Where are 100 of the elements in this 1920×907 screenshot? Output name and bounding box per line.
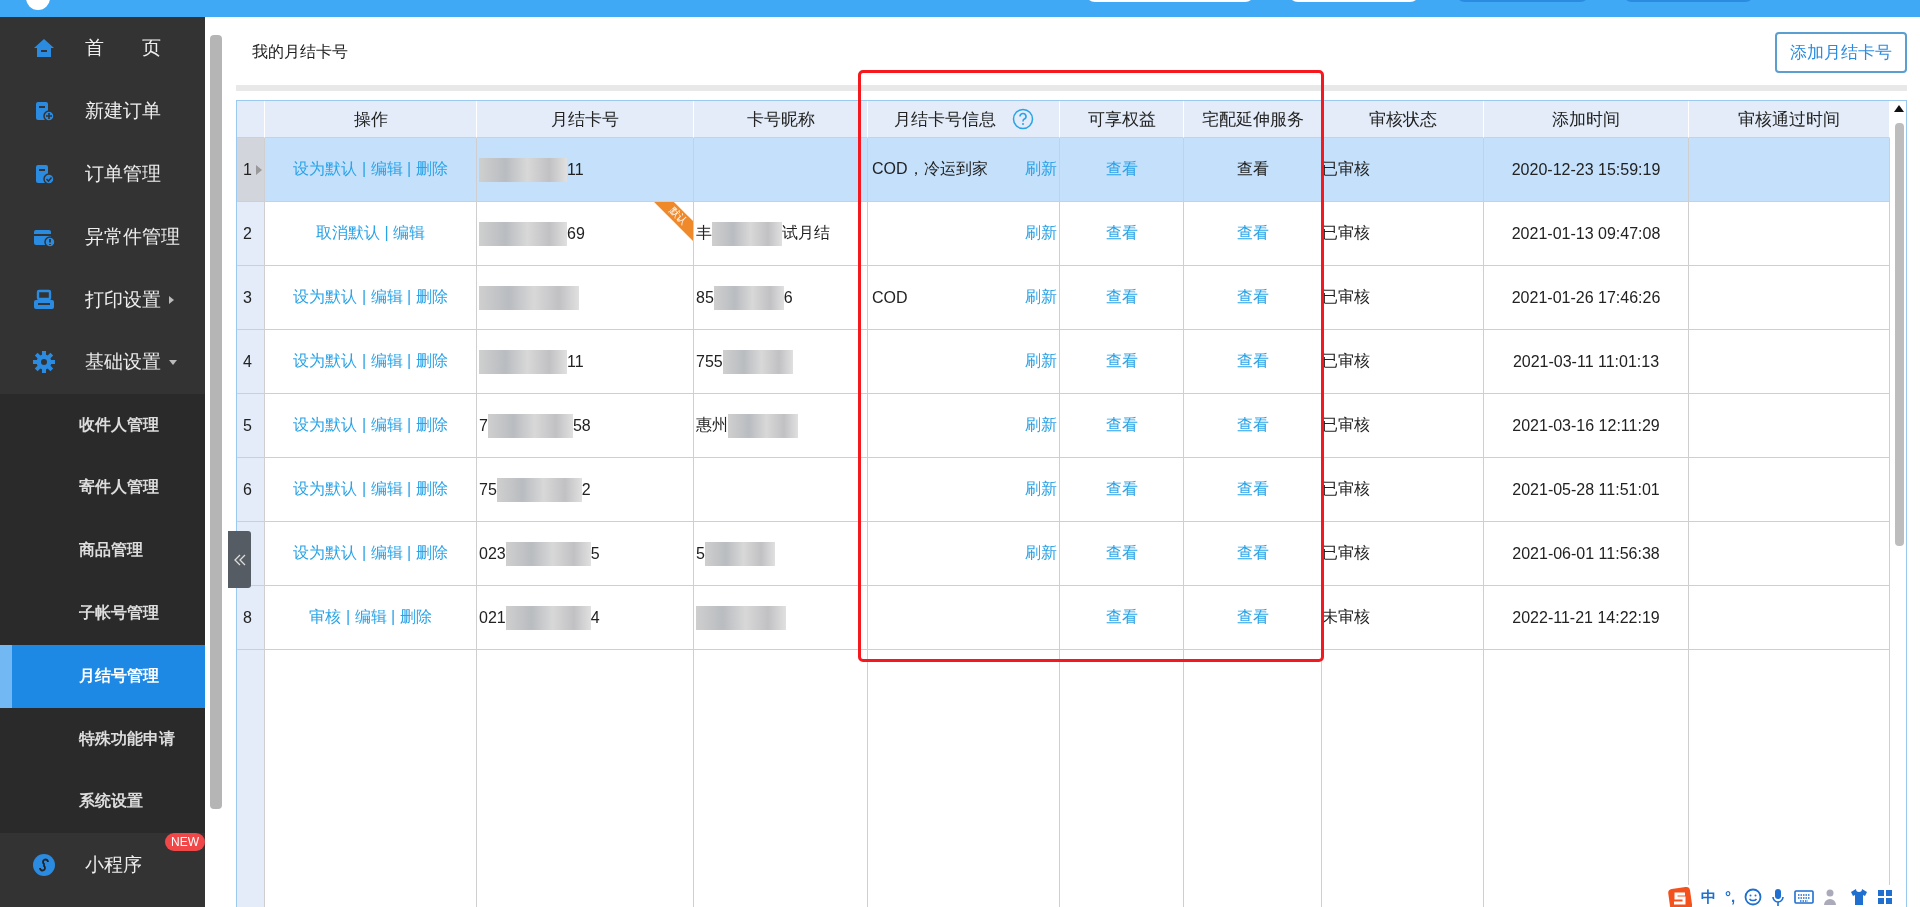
action-links[interactable]: 取消默认 | 编辑 [315,223,425,244]
table-cell-text: 已审核 [1322,223,1370,243]
sidebar-item[interactable]: 打印设置 [0,268,205,331]
punctuation-mode[interactable]: °, [1725,888,1736,906]
input-method-logo-icon[interactable] [1668,886,1692,907]
sidebar-subitem[interactable]: 系统设置 [0,770,205,834]
refresh-link[interactable]: 刷新 [1025,415,1057,436]
sidebar-subitem[interactable]: 特殊功能申请 [0,707,205,771]
view-link[interactable]: 查看 [1236,223,1269,244]
table-cell-text: 未审核 [1322,607,1370,627]
action-links[interactable]: 设为默认 | 编辑 | 删除 [293,351,448,372]
table-cell: 11 [567,160,584,179]
table-cell: 2021-03-16 12:11:29 [1512,416,1660,435]
table-cell: COD [872,288,908,307]
column-header: 可享权益 [1087,108,1156,131]
smiley-icon[interactable] [1744,888,1763,906]
table-cell: 11 [567,352,584,371]
view-link[interactable]: 查看 [1105,351,1138,372]
sidebar-subitem[interactable]: 寄件人管理 [0,456,205,520]
refresh-link[interactable]: 刷新 [1025,223,1057,244]
table-cell: 2021-05-28 11:51:01 [1512,480,1660,499]
help-icon[interactable] [1011,108,1034,130]
row-number: 8 [243,608,252,627]
sidebar-item[interactable]: 首 页 [0,17,205,80]
collapse-handle[interactable] [228,531,251,588]
view-link[interactable]: 查看 [1105,223,1138,244]
new-badge: NEW [165,833,205,852]
table-cell: 7 [479,416,488,435]
refresh-link[interactable]: 刷新 [1025,543,1057,564]
row-number: 2 [243,224,252,243]
view-link[interactable]: 查看 [1236,479,1269,500]
sidebar-subitem[interactable]: 子帐号管理 [0,582,205,645]
column-header: 宅配延伸服务 [1201,108,1304,131]
table-cell-text: 已审核 [1322,415,1370,435]
refresh-link[interactable]: 刷新 [1025,479,1057,500]
refresh-link[interactable]: 刷新 [1025,287,1057,308]
table-cell-text: 已审核 [1322,287,1370,307]
column-header: 月结卡号信息 [893,108,996,131]
view-link[interactable]: 查看 [1236,351,1269,372]
scrollbar[interactable] [210,35,222,809]
sidebar-item[interactable]: 订单管理 [0,142,205,206]
view-link[interactable]: 查看 [1236,543,1269,564]
input-mode[interactable]: 中 [1701,888,1716,906]
view-link[interactable]: 查看 [1236,287,1269,308]
sidebar-item[interactable]: 新建订单 [0,79,205,143]
row-number: 1 [243,160,252,179]
table-cell-text: 已审核 [1322,159,1370,179]
keyboard-icon[interactable] [1794,889,1815,905]
view-link[interactable]: 查看 [1105,607,1138,628]
printer-icon [32,287,56,312]
default-ribbon: 默认 [653,202,693,242]
page-title: 我的月结卡号 [252,41,348,62]
action-links[interactable]: 审核 | 编辑 | 删除 [309,607,432,628]
refresh-link[interactable]: 刷新 [1025,159,1057,180]
action-links[interactable]: 设为默认 | 编辑 | 删除 [293,287,448,308]
redaction-blur [728,413,798,438]
view-link[interactable]: 查看 [1236,415,1269,436]
grid-icon[interactable] [1877,889,1894,905]
table-cell-text: 已审核 [1322,479,1370,499]
table-cell: 2021-01-13 09:47:08 [1511,224,1661,243]
table-cell: 2021-01-26 17:46:26 [1511,288,1661,307]
table-cell: 69 [567,224,585,243]
add-button[interactable]: 添加月结卡号 [1775,31,1907,73]
view-link[interactable]: 查看 [1105,415,1138,436]
shirt-icon[interactable] [1850,888,1869,906]
redaction-blur [712,221,782,246]
scroll-up-icon[interactable] [1894,105,1904,112]
microphone-icon[interactable] [1771,888,1786,906]
row-number: 4 [243,352,252,371]
sidebar-item[interactable]: 异常件管理 [0,205,205,269]
table-cell: 85 [696,288,714,307]
sidebar-item[interactable]: 基础设置 [0,331,205,394]
table-cell: 755 [696,352,723,371]
sidebar-item[interactable]: 小程序 NEW [0,833,205,897]
settings-icon [32,350,56,375]
table-cell: 2021-03-11 11:01:13 [1512,352,1660,371]
column-header: 添加时间 [1552,108,1620,131]
view-link[interactable]: 查看 [1105,479,1138,500]
action-links[interactable]: 设为默认 | 编辑 | 删除 [293,415,448,436]
sidebar-subitem[interactable]: 收件人管理 [0,393,205,457]
action-links[interactable]: 设为默认 | 编辑 | 删除 [293,543,448,564]
view-link[interactable]: 查看 [1105,287,1138,308]
table-cell-text: 已审核 [1322,543,1370,563]
view-link[interactable]: 查看 [1236,159,1269,180]
refresh-link[interactable]: 刷新 [1025,351,1057,372]
view-link[interactable]: 查看 [1105,543,1138,564]
view-link[interactable]: 查看 [1105,159,1138,180]
double-chevron-left-icon [233,553,246,566]
view-link[interactable]: 查看 [1236,607,1269,628]
column-header: 卡号昵称 [746,108,815,131]
table-cell-text: 试月结 [782,223,830,243]
table-cell-text: 惠州 [696,415,728,435]
sidebar-subitem[interactable]: 月结号管理 [0,644,205,708]
mini-program-icon [32,852,56,877]
table-cell: 58 [572,416,591,435]
sidebar-subitem[interactable]: 商品管理 [0,519,205,583]
table-cell-text: 已审核 [1322,351,1370,371]
column-header: 操作 [353,108,388,131]
table-cell: 5 [590,544,600,563]
action-links[interactable]: 设为默认 | 编辑 | 删除 [293,479,448,500]
